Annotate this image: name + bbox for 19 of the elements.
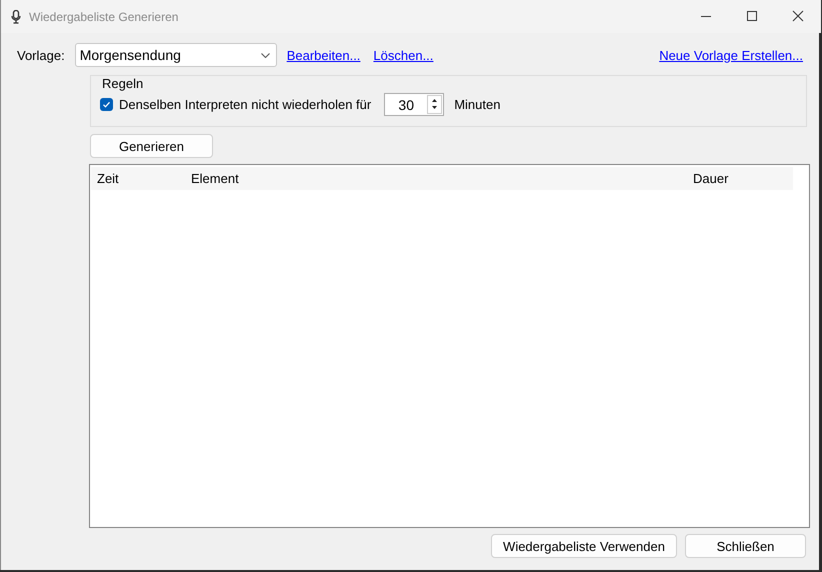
minutes-label: Minuten bbox=[454, 97, 500, 112]
use-playlist-button[interactable]: Wiedergabeliste Verwenden bbox=[491, 534, 677, 558]
close-button[interactable]: Schließen bbox=[685, 534, 806, 558]
window-title: Wiedergabeliste Generieren bbox=[29, 10, 178, 24]
column-header[interactable]: Dauer bbox=[693, 171, 728, 186]
column-header[interactable]: Element bbox=[191, 171, 693, 186]
generate-button[interactable]: Generieren bbox=[90, 134, 213, 158]
microphone-icon bbox=[11, 10, 21, 24]
template-label: Vorlage: bbox=[17, 48, 65, 62]
checkbox-label: Denselben Interpreten nicht wiederholen für bbox=[119, 97, 372, 112]
chevron-down-icon bbox=[260, 52, 270, 58]
edit-link[interactable]: Bearbeiten... bbox=[286, 48, 360, 62]
template-dropdown[interactable]: Morgensendung bbox=[74, 43, 277, 67]
checkbox[interactable] bbox=[100, 98, 113, 111]
column-header[interactable]: Zeit bbox=[91, 171, 191, 186]
group-title: Regeln bbox=[100, 76, 146, 91]
minutes-spinbox[interactable]: 30 bbox=[384, 93, 444, 116]
new-template-link[interactable]: Neue Vorlage Erstellen... bbox=[659, 48, 803, 62]
delete-link[interactable]: Löschen... bbox=[373, 48, 434, 62]
